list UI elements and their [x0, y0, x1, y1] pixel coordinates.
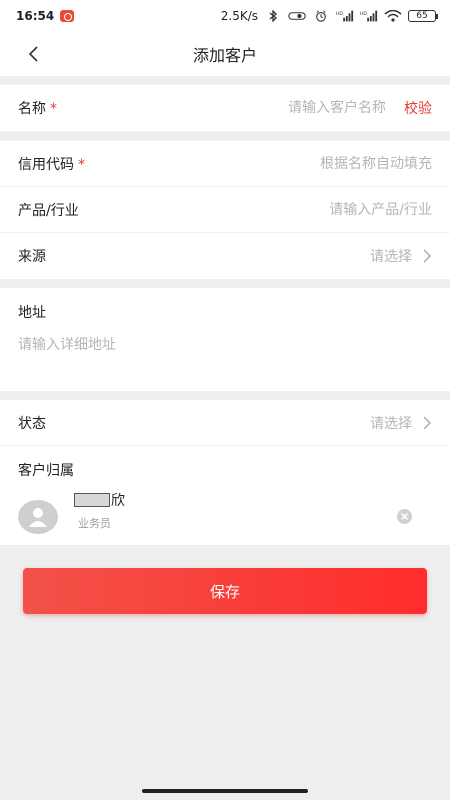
svg-text:HD: HD: [336, 11, 343, 17]
name-row: 名称* 校验: [0, 85, 450, 131]
status-left: 16:54: [16, 9, 75, 23]
signal-hd-icon: HD: [360, 10, 378, 22]
status-select[interactable]: 请选择: [370, 413, 432, 433]
credit-code-row: 信用代码 *: [0, 141, 450, 187]
owner-item: 欣 业务员: [0, 492, 450, 546]
redacted-name-box: [74, 492, 110, 507]
chevron-right-icon: [423, 415, 432, 430]
industry-input[interactable]: [78, 201, 432, 218]
status-label: 状态: [18, 415, 46, 432]
status-owner-section: 状态 请选择 客户归属 欣 业务员: [0, 400, 450, 545]
status-time: 16:54: [16, 9, 55, 23]
required-mark: *: [78, 156, 85, 173]
bluetooth-icon: [269, 10, 277, 22]
details-section: 信用代码* 产品/行业 来源 请选择: [0, 141, 450, 279]
remove-owner-button[interactable]: [397, 509, 412, 524]
home-indicator[interactable]: [142, 789, 308, 793]
alarm-icon: [316, 10, 326, 22]
address-label: 地址: [18, 305, 46, 321]
back-chevron-icon[interactable]: [22, 42, 46, 66]
status-bar: 16:54 2.5K/s HD HD 65: [0, 0, 450, 32]
nav-bar: 添加客户: [0, 32, 450, 76]
network-speed: 2.5K/s: [220, 9, 258, 23]
page-title: 添加客户: [192, 46, 257, 65]
user-silhouette-icon: [29, 508, 47, 527]
name-section: 名称* 校验: [0, 85, 450, 131]
owner-role: 业务员: [78, 516, 111, 530]
signal-hd-icon: HD: [336, 10, 354, 22]
owner-title: 客户归属: [18, 463, 74, 479]
status-value: 请选择: [370, 415, 412, 432]
source-value: 请选择: [370, 249, 412, 265]
required-mark: *: [50, 101, 57, 117]
status-right: 2.5K/s HD HD 65: [220, 9, 438, 23]
credit-code-label: 信用代码 *: [18, 156, 85, 173]
status-row[interactable]: 状态 请选择: [0, 400, 450, 446]
source-row[interactable]: 来源 请选择: [0, 233, 450, 279]
credit-code-input[interactable]: [85, 155, 432, 172]
owner-name-suffix: 欣: [111, 492, 125, 509]
address-input[interactable]: [18, 334, 432, 392]
source-label: 来源: [18, 249, 46, 265]
close-icon: [400, 512, 409, 521]
link-icon: [288, 12, 306, 20]
source-select[interactable]: 请选择: [370, 246, 432, 266]
battery-icon: 65: [408, 10, 438, 22]
owner-name: 欣: [74, 490, 125, 510]
verify-button[interactable]: 校验: [404, 98, 432, 118]
wifi-icon: [384, 10, 402, 22]
customer-name-input[interactable]: [57, 100, 386, 116]
industry-label: 产品/行业: [18, 202, 79, 219]
chevron-right-icon: [423, 249, 432, 263]
name-label: 名称 *: [18, 101, 57, 117]
svg-text:HD: HD: [360, 11, 367, 17]
address-section: 地址: [0, 288, 450, 392]
owner-info: 欣 业务员: [74, 490, 125, 531]
app-notification-icon: [60, 10, 75, 22]
avatar: [18, 500, 58, 534]
industry-row: 产品/行业: [0, 187, 450, 233]
save-button[interactable]: 保存: [23, 568, 427, 614]
